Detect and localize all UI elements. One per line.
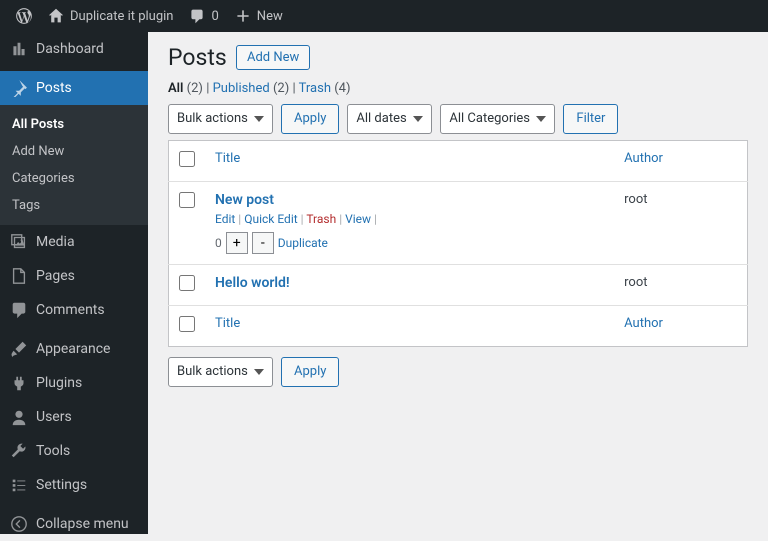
- bulk-actions-select[interactable]: Bulk actions: [168, 104, 273, 134]
- menu-label: Pages: [36, 268, 75, 284]
- row-checkbox[interactable]: [179, 192, 195, 208]
- menu-appearance[interactable]: Appearance: [0, 332, 148, 366]
- author-link[interactable]: root: [624, 192, 647, 207]
- pin-icon: [10, 79, 28, 97]
- bulk-actions-select[interactable]: Bulk actions: [168, 357, 273, 387]
- menu-label: Media: [36, 234, 75, 250]
- table-row: New post Edit | Quick Edit | Trash | Vie…: [169, 182, 748, 265]
- menu-label: Posts: [36, 80, 72, 96]
- collapse-menu[interactable]: Collapse menu: [0, 507, 148, 541]
- view-all[interactable]: All: [168, 81, 183, 96]
- col-title[interactable]: Title: [215, 316, 240, 331]
- date-filter-select[interactable]: All dates: [347, 104, 432, 134]
- row-checkbox[interactable]: [179, 275, 195, 291]
- filter-button[interactable]: Filter: [563, 104, 618, 134]
- apply-button[interactable]: Apply: [281, 104, 339, 134]
- wp-logo[interactable]: [8, 0, 40, 32]
- col-title[interactable]: Title: [215, 151, 240, 166]
- author-link[interactable]: root: [624, 275, 647, 290]
- duplicate-controls: 0 + - Duplicate: [215, 232, 604, 254]
- menu-tools[interactable]: Tools: [0, 434, 148, 468]
- menu-label: Plugins: [36, 375, 82, 391]
- collapse-icon: [10, 515, 28, 533]
- col-author: Author: [614, 306, 747, 347]
- menu-dashboard[interactable]: Dashboard: [0, 32, 148, 66]
- menu-plugins[interactable]: Plugins: [0, 366, 148, 400]
- view-trash[interactable]: Trash: [299, 81, 331, 96]
- media-icon: [10, 233, 28, 251]
- select-all-checkbox[interactable]: [179, 151, 195, 167]
- quick-edit-link[interactable]: Quick Edit: [244, 212, 297, 226]
- page-icon: [10, 267, 28, 285]
- view-link[interactable]: View: [345, 212, 371, 226]
- posts-submenu: All Posts Add New Categories Tags: [0, 105, 148, 225]
- menu-label: Collapse menu: [36, 516, 129, 532]
- view-published[interactable]: Published: [213, 81, 270, 96]
- trash-link[interactable]: Trash: [306, 212, 336, 226]
- plug-icon: [10, 374, 28, 392]
- submenu-categories[interactable]: Categories: [0, 165, 148, 192]
- site-name: Duplicate it plugin: [70, 9, 173, 24]
- page-title: Posts: [168, 44, 227, 71]
- posts-table: Title Author New post Edit | Quick Edit …: [168, 140, 748, 347]
- all-count: (2): [187, 81, 203, 96]
- dup-minus-button[interactable]: -: [252, 232, 274, 254]
- submenu-tags[interactable]: Tags: [0, 192, 148, 219]
- trash-count: (4): [334, 81, 350, 96]
- tablenav-top: Bulk actions Apply All dates All Categor…: [168, 104, 748, 134]
- apply-button[interactable]: Apply: [281, 357, 339, 387]
- main-content: Posts Add New All (2) | Published (2) | …: [148, 32, 768, 534]
- menu-media[interactable]: Media: [0, 225, 148, 259]
- menu-pages[interactable]: Pages: [0, 259, 148, 293]
- dup-plus-button[interactable]: +: [226, 232, 248, 254]
- settings-icon: [10, 476, 28, 494]
- admin-sidebar: Dashboard Posts All Posts Add New Catego…: [0, 32, 148, 534]
- comment-icon: [10, 301, 28, 319]
- category-filter-select[interactable]: All Categories: [440, 104, 555, 134]
- col-author: Author: [614, 141, 747, 182]
- new-link[interactable]: New: [227, 0, 291, 32]
- menu-users[interactable]: Users: [0, 400, 148, 434]
- edit-link[interactable]: Edit: [215, 212, 235, 226]
- dup-count: 0: [215, 236, 222, 250]
- menu-label: Settings: [36, 477, 87, 493]
- add-new-button[interactable]: Add New: [236, 45, 310, 70]
- site-link[interactable]: Duplicate it plugin: [40, 0, 181, 32]
- submenu-all-posts[interactable]: All Posts: [0, 111, 148, 138]
- row-actions: Edit | Quick Edit | Trash | View |: [215, 212, 604, 226]
- menu-settings[interactable]: Settings: [0, 468, 148, 502]
- wordpress-icon: [16, 8, 32, 24]
- submenu-add-new[interactable]: Add New: [0, 138, 148, 165]
- menu-label: Appearance: [36, 341, 110, 357]
- comments-link[interactable]: 0: [181, 0, 226, 32]
- post-title-link[interactable]: New post: [215, 192, 274, 208]
- table-row: Hello world! root: [169, 265, 748, 306]
- duplicate-link[interactable]: Duplicate: [278, 236, 328, 250]
- new-label: New: [257, 9, 283, 24]
- admin-bar: Duplicate it plugin 0 New: [0, 0, 768, 32]
- home-icon: [48, 8, 64, 24]
- menu-label: Tools: [36, 443, 70, 459]
- comments-count: 0: [211, 9, 218, 24]
- pub-count: (2): [273, 81, 289, 96]
- comment-icon: [189, 8, 205, 24]
- post-title-link[interactable]: Hello world!: [215, 275, 290, 291]
- dashboard-icon: [10, 40, 28, 58]
- select-all-checkbox[interactable]: [179, 316, 195, 332]
- wrench-icon: [10, 442, 28, 460]
- menu-label: Dashboard: [36, 41, 104, 57]
- user-icon: [10, 408, 28, 426]
- view-filters: All (2) | Published (2) | Trash (4): [168, 81, 748, 96]
- menu-label: Users: [36, 409, 72, 425]
- plus-icon: [235, 8, 251, 24]
- menu-comments[interactable]: Comments: [0, 293, 148, 327]
- tablenav-bottom: Bulk actions Apply: [168, 357, 748, 387]
- menu-posts[interactable]: Posts: [0, 71, 148, 105]
- menu-label: Comments: [36, 302, 105, 318]
- brush-icon: [10, 340, 28, 358]
